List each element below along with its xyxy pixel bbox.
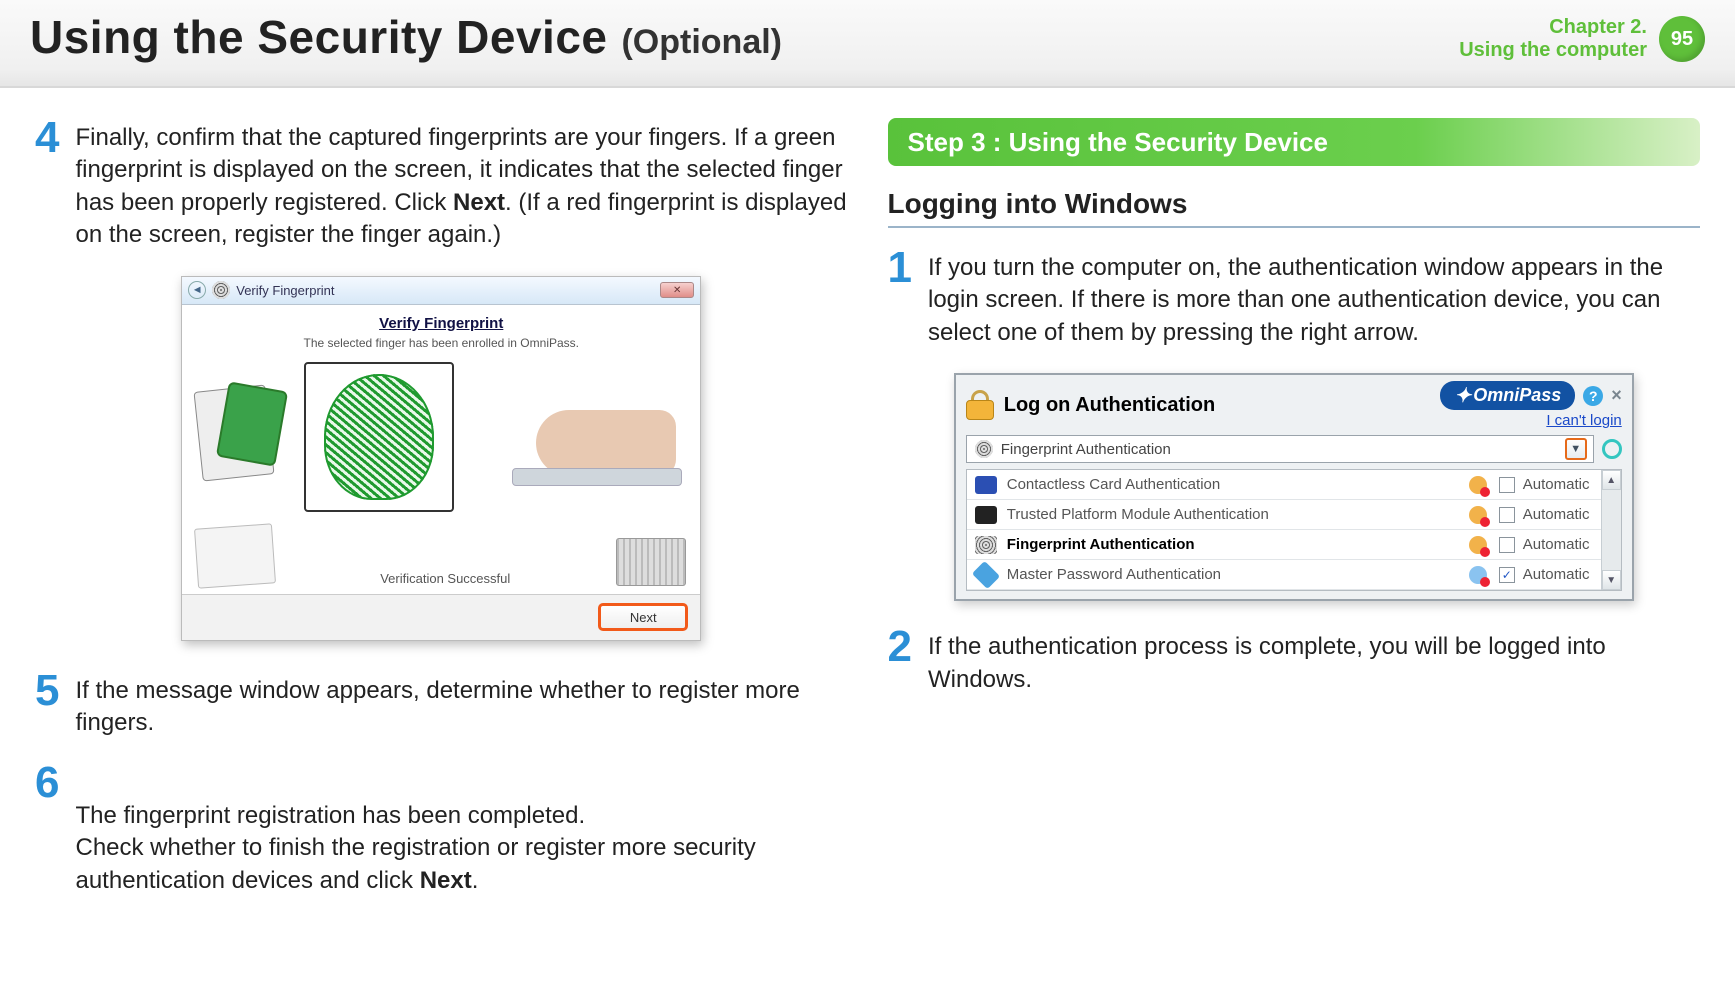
auth-row-master-password[interactable]: Master Password Authentication ✓ Automat… — [967, 560, 1621, 590]
refresh-icon[interactable] — [1602, 439, 1622, 459]
key μ-icon — [972, 561, 1000, 589]
step-6-text-a: The fingerprint registration has been co… — [75, 802, 755, 894]
user-status-icon — [1469, 476, 1487, 494]
back-icon[interactable]: ◄ — [188, 281, 206, 299]
dropdown-arrow-icon[interactable]: ▼ — [1565, 438, 1587, 460]
step-4: 4 Finally, confirm that the captured fin… — [35, 118, 848, 252]
auth-row-label: Fingerprint Authentication — [1007, 536, 1469, 553]
card-icon — [975, 476, 997, 494]
auth-row-label: Master Password Authentication — [1007, 566, 1469, 583]
close-button[interactable] — [660, 282, 694, 298]
window-body: Verify Fingerprint The selected finger h… — [182, 305, 700, 594]
auth-row-contactless-card[interactable]: Contactless Card Authentication Automati… — [967, 470, 1621, 500]
step-2-text: If the authentication process is complet… — [928, 627, 1700, 696]
auth-select-row: Fingerprint Authentication ▼ — [956, 431, 1632, 469]
verify-subtext: The selected finger has been enrolled in… — [196, 336, 686, 350]
next-button[interactable]: Next — [598, 603, 688, 631]
fingerprint-preview — [304, 362, 454, 512]
step-3-banner: Step 3 : Using the Security Device — [888, 118, 1701, 166]
header-left: Using the Security Device (Optional) — [30, 10, 782, 64]
auth-row-auto: Automatic — [1523, 506, 1613, 523]
page-title: Using the Security Device — [30, 10, 607, 64]
hand-scanner-illustration — [472, 382, 686, 492]
lock-icon — [966, 390, 994, 420]
scroll-down-icon[interactable]: ▼ — [1602, 570, 1621, 590]
auth-row-auto: Automatic — [1523, 566, 1613, 583]
chapter-line-2: Using the computer — [1459, 39, 1647, 62]
step-6: 6 The fingerprint registration has been … — [35, 763, 848, 897]
fingerprint-icon — [975, 536, 997, 554]
auth-select-value: Fingerprint Authentication — [1001, 441, 1171, 458]
logon-header-left: Log on Authentication — [966, 390, 1215, 420]
page-number-badge: 95 — [1659, 16, 1705, 62]
omnipass-brand: ✦OmniPass — [1440, 381, 1575, 410]
user-status-icon — [1469, 566, 1487, 584]
scrollbar[interactable]: ▲ ▼ — [1601, 470, 1621, 590]
step-4-number: 4 — [35, 118, 59, 252]
verify-status: Verification Successful — [274, 571, 616, 586]
logging-into-windows-heading: Logging into Windows — [888, 188, 1701, 228]
scroll-up-icon[interactable]: ▲ — [1602, 470, 1621, 490]
window-title-group: ◄ Verify Fingerprint — [188, 281, 334, 299]
logon-title: Log on Authentication — [1004, 394, 1215, 417]
auth-row-fingerprint[interactable]: Fingerprint Authentication Automatic — [967, 530, 1621, 560]
omnipass-brand-text: OmniPass — [1473, 385, 1561, 406]
logon-header-right: ✦OmniPass ? × I can't login — [1440, 381, 1621, 429]
verify-fingerprint-window: ◄ Verify Fingerprint Verify Fingerprint … — [181, 276, 701, 641]
cant-login-link[interactable]: I can't login — [1546, 412, 1621, 429]
verify-lower-row: Verification Successful — [196, 526, 686, 586]
tpm-icon — [975, 506, 997, 524]
step-5: 5 If the message window appears, determi… — [35, 671, 848, 740]
step-1-number: 1 — [888, 248, 912, 349]
step-4-text: Finally, confirm that the captured finge… — [75, 118, 847, 252]
right-column: Step 3 : Using the Security Device Loggi… — [888, 118, 1701, 984]
auth-method-list: Contactless Card Authentication Automati… — [966, 469, 1622, 591]
auth-select[interactable]: Fingerprint Authentication ▼ — [966, 435, 1594, 463]
auth-row-auto: Automatic — [1523, 476, 1613, 493]
step-5-number: 5 — [35, 671, 59, 740]
step-5-text: If the message window appears, determine… — [75, 671, 847, 740]
window-footer: Next — [182, 594, 700, 640]
auth-row-label: Contactless Card Authentication — [1007, 476, 1469, 493]
step-6-text-b: . — [472, 867, 479, 894]
chapter-label: Chapter 2. Using the computer — [1459, 16, 1647, 62]
step-2: 2 If the authentication process is compl… — [888, 627, 1701, 696]
auth-row-auto: Automatic — [1523, 536, 1613, 553]
window-title: Verify Fingerprint — [236, 283, 334, 298]
chapter-line-1: Chapter 2. — [1459, 16, 1647, 39]
page-title-optional: (Optional) — [621, 23, 782, 62]
certificate-icon — [194, 523, 276, 588]
help-icon[interactable]: ? — [1583, 386, 1603, 406]
id-cards-icon — [196, 382, 286, 492]
chip-icon — [616, 538, 686, 586]
user-status-icon — [1469, 506, 1487, 524]
omnipass-brand-group: ✦OmniPass ? × — [1440, 381, 1621, 410]
fingerprint-icon — [975, 440, 993, 458]
auth-row-checkbox[interactable] — [1499, 537, 1515, 553]
window-titlebar: ◄ Verify Fingerprint — [182, 277, 700, 305]
auth-row-checkbox[interactable]: ✓ — [1499, 567, 1515, 583]
left-column: 4 Finally, confirm that the captured fin… — [35, 118, 848, 984]
step-4-bold: Next — [453, 189, 505, 216]
step-1-text: If you turn the computer on, the authent… — [928, 248, 1700, 349]
logon-authentication-window: Log on Authentication ✦OmniPass ? × I ca… — [954, 373, 1634, 601]
step-6-bold: Next — [420, 867, 472, 894]
verify-heading: Verify Fingerprint — [196, 315, 686, 332]
header-right: Chapter 2. Using the computer 95 — [1459, 10, 1705, 62]
step-2-number: 2 — [888, 627, 912, 696]
logon-header: Log on Authentication ✦OmniPass ? × I ca… — [956, 375, 1632, 431]
auth-row-checkbox[interactable] — [1499, 507, 1515, 523]
fingerprint-icon — [212, 281, 230, 299]
user-status-icon — [1469, 536, 1487, 554]
auth-row-label: Trusted Platform Module Authentication — [1007, 506, 1469, 523]
close-icon[interactable]: × — [1611, 385, 1622, 406]
page-header: Using the Security Device (Optional) Cha… — [0, 0, 1735, 88]
step-6-number: 6 — [35, 763, 59, 897]
step-6-text: The fingerprint registration has been co… — [75, 763, 847, 897]
auth-row-checkbox[interactable] — [1499, 477, 1515, 493]
step-1: 1 If you turn the computer on, the authe… — [888, 248, 1701, 349]
auth-row-tpm[interactable]: Trusted Platform Module Authentication A… — [967, 500, 1621, 530]
verify-row — [196, 362, 686, 512]
